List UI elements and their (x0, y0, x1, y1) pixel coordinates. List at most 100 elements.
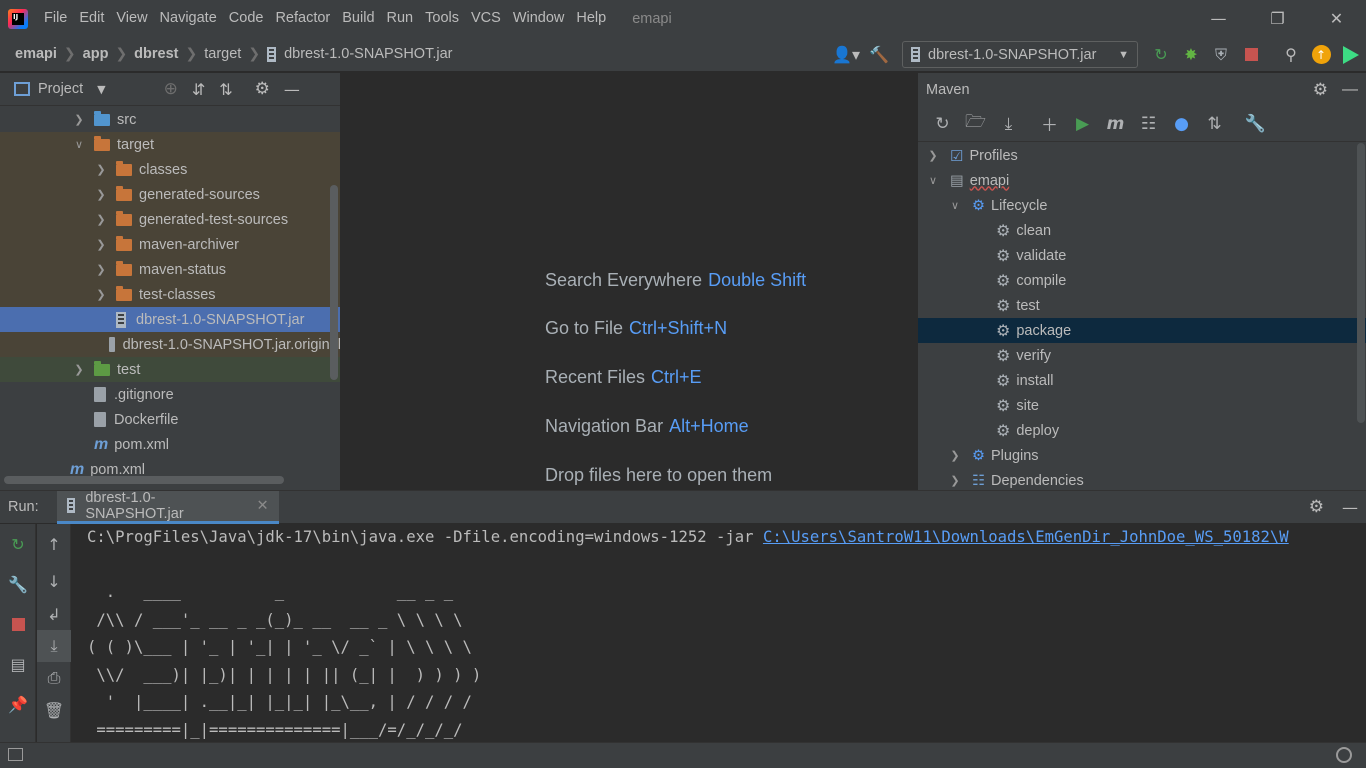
horizontal-scrollbar[interactable] (4, 476, 284, 484)
generate-sources-icon[interactable]: 🗁 (959, 109, 992, 139)
hide-panel-icon[interactable]: — (284, 80, 300, 99)
arrow-up-icon[interactable]: ↑ (37, 524, 71, 564)
stop-icon[interactable] (0, 604, 36, 644)
project-tree-item[interactable]: dbrest-1.0-SNAPSHOT.jar.original (0, 332, 340, 357)
console-output[interactable]: C:\ProgFiles\Java\jdk-17\bin\java.exe -D… (72, 524, 1366, 742)
breadcrumb-item[interactable]: app (83, 46, 109, 62)
run-configuration-select[interactable]: dbrest-1.0-SNAPSHOT.jar ▼ (902, 41, 1138, 68)
scroll-to-end-icon[interactable]: ⤓ (37, 630, 71, 662)
chevron-down-icon[interactable]: ∨ (948, 199, 962, 212)
maven-tree-item[interactable]: ⚙ validate (918, 243, 1358, 268)
menu-tools[interactable]: Tools (419, 0, 465, 37)
user-account-icon[interactable]: 👤▾ (828, 40, 864, 70)
maven-tree-item[interactable]: ⚙ site (918, 393, 1358, 418)
download-icon[interactable]: ⤓ (992, 109, 1025, 139)
project-tree-item[interactable]: m pom.xml (0, 432, 340, 457)
maven-tree-item[interactable]: ⚙ install (918, 368, 1358, 393)
menu-edit[interactable]: Edit (73, 0, 110, 37)
wrench-icon[interactable]: 🔧 (1239, 109, 1272, 139)
menu-vcs[interactable]: VCS (465, 0, 507, 37)
chevron-right-icon[interactable]: ❯ (94, 238, 108, 251)
project-tree-item[interactable]: ❯ src (0, 107, 340, 132)
rerun-icon[interactable]: ↻ (1146, 40, 1176, 70)
breadcrumb-item[interactable]: dbrest-1.0-SNAPSHOT.jar (267, 46, 452, 62)
maven-tree-item[interactable]: ⚙ package (918, 318, 1366, 343)
maven-tree-item[interactable]: ⚙ test (918, 293, 1358, 318)
maven-tree-item[interactable]: ⚙ clean (918, 218, 1358, 243)
project-tree-item[interactable]: Dockerfile (0, 407, 340, 432)
print-icon[interactable]: ⎙ (37, 662, 71, 694)
project-tree-item[interactable]: ❯ generated-sources (0, 182, 340, 207)
chevron-right-icon[interactable]: ❯ (948, 449, 962, 462)
maven-tree-item[interactable]: ❯ ☷ Dependencies (918, 468, 1358, 490)
hint-shortcut[interactable]: Ctrl+E (651, 367, 702, 387)
menu-view[interactable]: View (110, 0, 153, 37)
restore-button[interactable]: ❐ (1248, 0, 1307, 37)
run-icon[interactable]: ▶ (1066, 109, 1099, 139)
menu-window[interactable]: Window (507, 0, 571, 37)
chevron-down-icon[interactable]: ∨ (926, 174, 940, 187)
gear-icon[interactable]: ⚙ (255, 79, 270, 99)
menu-help[interactable]: Help (570, 0, 612, 37)
project-panel-title[interactable]: Project (38, 81, 83, 97)
locate-icon[interactable]: ⊕ (164, 79, 178, 99)
skip-tests-icon[interactable]: ● (1165, 109, 1198, 139)
pin-icon[interactable]: 📌 (0, 684, 36, 724)
chevron-right-icon[interactable]: ❯ (94, 263, 108, 276)
wrench-icon[interactable]: 🔧 (0, 564, 36, 604)
reload-icon[interactable]: ↻ (926, 109, 959, 139)
project-tree-item[interactable]: ❯ generated-test-sources (0, 207, 340, 232)
debug-icon[interactable]: ✸ (1176, 40, 1206, 70)
toggle-offline-icon[interactable]: ☷ (1132, 109, 1165, 139)
menu-navigate[interactable]: Navigate (154, 0, 223, 37)
chevron-right-icon[interactable]: ❯ (72, 363, 86, 376)
gear-icon[interactable]: ⚙ (1313, 80, 1328, 100)
project-tree-item[interactable]: ❯ classes (0, 157, 340, 182)
chevron-down-icon[interactable]: ▼ (97, 83, 105, 96)
minimize-button[interactable]: — (1189, 0, 1248, 37)
jetbrains-toolbox-icon[interactable] (1336, 40, 1366, 70)
hide-panel-icon[interactable]: — (1342, 498, 1358, 517)
notifications-icon[interactable] (1336, 747, 1352, 763)
breadcrumb-item[interactable]: dbrest (134, 46, 178, 62)
maven-goal-icon[interactable]: m (1099, 109, 1132, 139)
maven-tree-item[interactable]: ∨ ⚙ Lifecycle (918, 193, 1358, 218)
breadcrumb-item[interactable]: emapi (15, 46, 57, 62)
chevron-right-icon[interactable]: ❯ (948, 474, 962, 487)
project-tree-item[interactable]: .gitignore (0, 382, 340, 407)
project-tree-item[interactable]: dbrest-1.0-SNAPSHOT.jar (0, 307, 340, 332)
vertical-scrollbar[interactable] (330, 185, 338, 380)
collapse-all-icon[interactable]: ⇅ (219, 80, 232, 99)
menu-build[interactable]: Build (336, 0, 380, 37)
hint-shortcut[interactable]: Double Shift (708, 270, 806, 290)
menu-file[interactable]: File (38, 0, 73, 37)
chevron-right-icon[interactable]: ❯ (72, 113, 86, 126)
soft-wrap-icon[interactable]: ↲ (37, 598, 71, 630)
project-tree-item[interactable]: ❯ maven-status (0, 257, 340, 282)
rerun-icon[interactable]: ↻ (0, 524, 36, 564)
chevron-right-icon[interactable]: ❯ (926, 149, 940, 162)
maven-tree-item[interactable]: ∨ ▤ emapi (918, 168, 1358, 193)
hide-panel-icon[interactable]: — (1342, 81, 1358, 99)
chevron-right-icon[interactable]: ❯ (94, 288, 108, 301)
editor-empty-area[interactable]: Search Everywhere Double Shift Go to File C… (342, 73, 917, 490)
vertical-scrollbar[interactable] (1357, 143, 1365, 423)
hint-shortcut[interactable]: Alt+Home (669, 416, 749, 436)
close-tab-icon[interactable]: ✕ (256, 498, 268, 514)
expand-all-icon[interactable]: ⇵ (192, 80, 205, 99)
jar-path-link[interactable]: C:\Users\SantroW11\Downloads\EmGenDir_Jo… (763, 528, 1289, 546)
maven-tree-item[interactable]: ❯ ☑ Profiles (918, 143, 1358, 168)
update-icon[interactable]: ↑ (1306, 40, 1336, 70)
maven-tree-item[interactable]: ⚙ deploy (918, 418, 1358, 443)
maven-tree-item[interactable]: ⚙ compile (918, 268, 1358, 293)
chevron-right-icon[interactable]: ❯ (94, 213, 108, 226)
gear-icon[interactable]: ⚙ (1309, 497, 1324, 517)
project-tree-item[interactable]: ❯ maven-archiver (0, 232, 340, 257)
layout-icon[interactable]: ▤ (0, 644, 36, 684)
toggle-tool-windows-icon[interactable] (8, 748, 23, 761)
arrow-down-icon[interactable]: ↓ (37, 564, 71, 598)
collapse-all-icon[interactable]: ⇅ (1198, 109, 1231, 139)
trash-icon[interactable]: 🗑 (37, 694, 71, 726)
menu-run[interactable]: Run (381, 0, 420, 37)
chevron-right-icon[interactable]: ❯ (94, 163, 108, 176)
